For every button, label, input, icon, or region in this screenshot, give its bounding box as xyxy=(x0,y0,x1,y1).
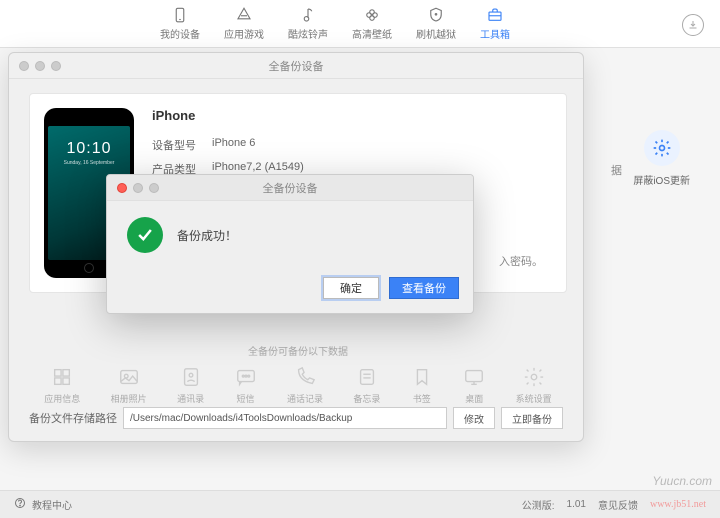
version-value: 1.01 xyxy=(567,499,586,510)
watermark: Yuucn.com xyxy=(652,474,712,488)
model-label: 设备型号 xyxy=(152,137,200,153)
side-feature-block-ios-update[interactable]: 屏蔽iOS更新 xyxy=(633,130,690,187)
bookmark-icon xyxy=(411,366,433,388)
nav-label: 酷炫铃声 xyxy=(288,26,328,41)
nav-items: 我的设备 应用游戏 酷炫铃声 高清壁纸 刷机越狱 工具箱 xyxy=(160,6,510,41)
nav-label: 应用游戏 xyxy=(224,26,264,41)
view-backup-button[interactable]: 查看备份 xyxy=(389,277,459,299)
device-name: iPhone xyxy=(152,108,552,123)
notes-icon xyxy=(356,366,378,388)
home-button-graphic xyxy=(84,263,94,273)
nav-label: 我的设备 xyxy=(160,26,200,41)
backup-window-title: 全备份设备 xyxy=(9,58,583,74)
type-photos: 相册照片 xyxy=(111,366,147,405)
nav-toolbox[interactable]: 工具箱 xyxy=(480,6,510,41)
ok-button[interactable]: 确定 xyxy=(323,277,379,299)
apps-icon xyxy=(235,6,253,24)
desktop-icon xyxy=(463,366,485,388)
type-calls: 通话记录 xyxy=(287,366,323,405)
music-icon xyxy=(299,6,317,24)
feedback-link[interactable]: 意见反馈 xyxy=(598,497,638,512)
top-nav: 我的设备 应用游戏 酷炫铃声 高清壁纸 刷机越狱 工具箱 xyxy=(0,0,720,48)
nav-label: 高清壁纸 xyxy=(352,26,392,41)
backup-types-row: 应用信息 相册照片 通讯录 短信 通话记录 备忘录 书签 桌面 系统设置 xyxy=(29,366,567,405)
type-label: 相册照片 xyxy=(111,392,147,405)
type-label: 通话记录 xyxy=(287,392,323,405)
backup-path-row: 备份文件存储路径 修改 立即备份 xyxy=(29,407,563,429)
photos-icon xyxy=(118,366,140,388)
type-label: 通讯录 xyxy=(177,392,204,405)
appinfo-icon xyxy=(51,366,73,388)
status-bar: 教程中心 公测版: 1.01 意见反馈 www.jb51.net xyxy=(0,490,720,518)
nav-jailbreak[interactable]: 刷机越狱 xyxy=(416,6,456,41)
type-desktop: 桌面 xyxy=(463,366,485,405)
lockscreen-date: Sunday, 16 September xyxy=(64,160,115,166)
type-label: 系统设置 xyxy=(516,392,552,405)
type-label: 桌面 xyxy=(465,392,483,405)
version-label: 公测版: xyxy=(522,497,555,512)
dialog-body: 备份成功！ xyxy=(107,201,473,269)
dialog-titlebar[interactable]: 全备份设备 xyxy=(107,175,473,201)
side-feature-label: 屏蔽iOS更新 xyxy=(633,172,690,187)
flower-icon xyxy=(363,6,381,24)
encrypt-hint: 入密码。 xyxy=(499,253,543,269)
success-check-icon xyxy=(127,217,163,253)
call-icon xyxy=(294,366,316,388)
type-label: 应用信息 xyxy=(44,392,80,405)
gear-icon xyxy=(644,130,680,166)
dialog-title: 全备份设备 xyxy=(107,180,473,196)
backup-success-dialog: 全备份设备 备份成功！ 确定 查看备份 xyxy=(106,174,474,314)
settings-icon xyxy=(523,366,545,388)
type-label: 短信 xyxy=(237,392,255,405)
nav-label: 工具箱 xyxy=(480,26,510,41)
type-bookmarks: 书签 xyxy=(411,366,433,405)
backup-now-button[interactable]: 立即备份 xyxy=(501,407,563,429)
path-label: 备份文件存储路径 xyxy=(29,410,117,426)
backup-window-titlebar[interactable]: 全备份设备 xyxy=(9,53,583,79)
device-icon xyxy=(171,6,189,24)
modify-button[interactable]: 修改 xyxy=(453,407,495,429)
backup-types-section: 全备份可备份以下数据 应用信息 相册照片 通讯录 短信 通话记录 备忘录 书签 … xyxy=(29,343,567,405)
nav-wallpapers[interactable]: 高清壁纸 xyxy=(352,6,392,41)
watermark2: www.jb51.net xyxy=(650,499,706,510)
shield-icon xyxy=(427,6,445,24)
nav-apps[interactable]: 应用游戏 xyxy=(224,6,264,41)
help-icon[interactable] xyxy=(14,497,26,512)
dialog-message: 备份成功！ xyxy=(177,227,237,244)
contacts-icon xyxy=(180,366,202,388)
type-appinfo: 应用信息 xyxy=(44,366,80,405)
type-contacts: 通讯录 xyxy=(177,366,204,405)
type-notes: 备忘录 xyxy=(353,366,380,405)
toolbox-icon xyxy=(486,6,504,24)
backup-types-title: 全备份可备份以下数据 xyxy=(29,343,567,358)
download-button[interactable] xyxy=(682,14,704,36)
nav-ringtones[interactable]: 酷炫铃声 xyxy=(288,6,328,41)
type-settings: 系统设置 xyxy=(516,366,552,405)
type-label: 书签 xyxy=(413,392,431,405)
type-label: 备忘录 xyxy=(353,392,380,405)
type-sms: 短信 xyxy=(235,366,257,405)
lockscreen-time: 10:10 xyxy=(66,140,111,158)
clipped-text: 据 xyxy=(611,162,622,178)
sms-icon xyxy=(235,366,257,388)
dialog-footer: 确定 查看备份 xyxy=(107,269,473,313)
nav-my-device[interactable]: 我的设备 xyxy=(160,6,200,41)
path-input[interactable] xyxy=(123,407,447,429)
tutorial-link[interactable]: 教程中心 xyxy=(32,497,72,512)
nav-label: 刷机越狱 xyxy=(416,26,456,41)
model-value: iPhone 6 xyxy=(212,137,255,153)
